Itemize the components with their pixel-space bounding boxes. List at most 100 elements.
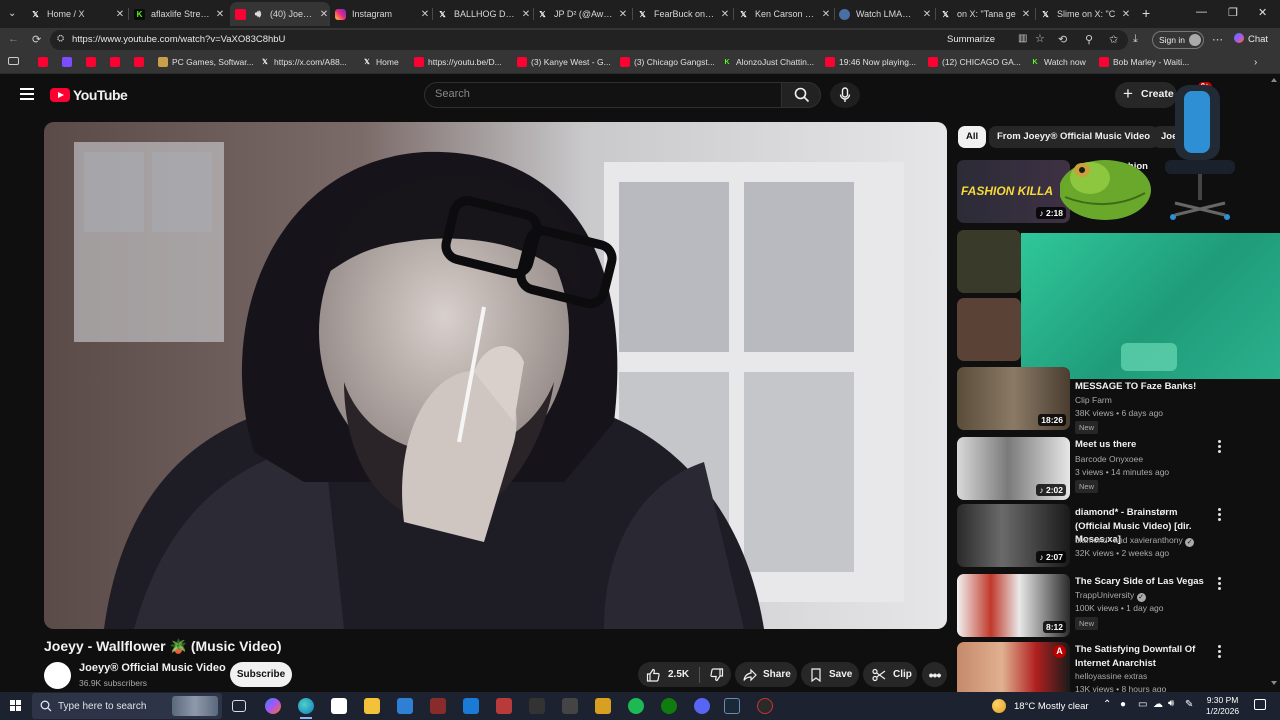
tab-close-icon[interactable]: ✕ <box>617 9 629 20</box>
related-thumbnail[interactable] <box>957 230 1021 293</box>
subscribe-button[interactable]: Subscribe <box>230 662 292 687</box>
related-title[interactable]: Meet us there <box>1075 438 1215 452</box>
favorites-icon[interactable]: ✩ <box>1109 33 1118 46</box>
voice-search-button[interactable] <box>830 82 860 108</box>
tab-ballhog-x[interactable]: 𝕏 BALLHOG DS on X ✕ <box>437 2 532 26</box>
tab-aflaxlife-stream[interactable]: K aflaxlife Stream - ✕ <box>134 2 226 26</box>
edge-browser-icon[interactable] <box>298 698 314 714</box>
xbox-icon[interactable] <box>661 698 677 714</box>
related-thumbnail[interactable]: 8:12 <box>957 574 1070 637</box>
steam-icon[interactable] <box>724 698 740 714</box>
youtube-logo[interactable]: YouTube <box>50 87 128 103</box>
clip-button[interactable]: Clip <box>863 662 917 687</box>
tab-joeyy-youtube[interactable]: 🔊︎ (40) Joeyy - V ✕ <box>230 2 330 26</box>
bookmark-now-playing[interactable]: 19:46 Now playing... <box>825 57 916 67</box>
related-channel[interactable]: diamond* and xavieranthony ✓ <box>1075 535 1195 547</box>
bookmark-youtube[interactable] <box>134 57 148 67</box>
save-button[interactable]: Save <box>801 662 859 687</box>
bookmark-pc-games[interactable]: PC Games, Softwar... <box>158 57 254 67</box>
hamburger-menu-icon[interactable] <box>20 88 34 100</box>
discord-icon[interactable] <box>694 698 710 714</box>
tab-instagram[interactable]: Instagram ✕ <box>335 2 431 26</box>
bookmark-home-x[interactable]: 𝕏 Home <box>362 57 399 67</box>
weather-text[interactable]: 18°C Mostly clear <box>1014 701 1089 712</box>
tab-close-icon[interactable]: ✕ <box>1020 9 1032 20</box>
tab-close-icon[interactable]: ✕ <box>419 9 431 20</box>
bookmark-x-a88[interactable]: 𝕏https://x.com/A88... <box>260 57 347 67</box>
bookmark-bob-marley[interactable]: Bob Marley - Waiti... <box>1099 57 1189 67</box>
game-app-icon[interactable] <box>430 698 446 714</box>
pen-icon[interactable]: ✎ <box>1185 699 1193 710</box>
onedrive-icon[interactable]: ☁ <box>1153 699 1163 710</box>
tab-close-icon[interactable]: ✕ <box>214 9 226 20</box>
microphone-tray-icon[interactable]: ● <box>1120 699 1126 710</box>
page-scrollbar[interactable] <box>1270 76 1278 690</box>
tab-watch-lmaoo[interactable]: Watch LMAOO | ✕ <box>839 2 933 26</box>
spotify-icon[interactable] <box>628 698 644 714</box>
scroll-up-arrow-icon[interactable] <box>1271 78 1277 82</box>
extensions-icon[interactable]: ⟲ <box>1058 33 1067 46</box>
system-tray-chevron-icon[interactable]: ⌃ <box>1103 699 1111 710</box>
tab-ken-carson-x[interactable]: 𝕏 Ken Carson News ✕ <box>738 2 832 26</box>
related-channel[interactable]: Clip Farm <box>1075 395 1112 405</box>
browser-essentials-icon[interactable]: ⚲ <box>1085 33 1093 46</box>
minimize-icon[interactable]: — <box>1196 6 1207 18</box>
search-input[interactable] <box>435 88 765 100</box>
copilot-chat-button[interactable]: Chat <box>1234 33 1268 45</box>
vertical-dots-icon[interactable] <box>1218 645 1222 660</box>
vertical-dots-icon[interactable] <box>1218 508 1222 523</box>
network-icon[interactable]: ▭ <box>1138 699 1147 710</box>
bookmark-star-icon[interactable]: ☆ <box>1035 32 1045 45</box>
bookmark-youtube[interactable] <box>38 57 52 67</box>
like-button[interactable]: 2.5K <box>638 662 689 687</box>
url-text[interactable]: https://www.youtube.com/watch?v=VaXO83C8… <box>72 34 285 45</box>
bookmark-youtube[interactable] <box>110 57 124 67</box>
tab-close-icon[interactable]: ✕ <box>719 9 731 20</box>
game-app-icon-4[interactable] <box>562 698 578 714</box>
bookmark-chicago-ga[interactable]: (12) CHICAGO GA... <box>928 57 1021 67</box>
bookmark-chicago-gangst[interactable]: (3) Chicago Gangst... <box>620 57 715 67</box>
tab-list-chevron-icon[interactable]: ⌄ <box>8 8 16 19</box>
tab-close-icon[interactable]: ✕ <box>921 9 933 20</box>
related-thumbnail[interactable]: 18:26 <box>957 367 1070 430</box>
restore-icon[interactable]: ❐ <box>1228 6 1238 19</box>
tab-close-icon[interactable]: ✕ <box>1120 9 1132 20</box>
summarize-button[interactable]: Summarize <box>947 34 995 45</box>
related-title[interactable]: The Satisfying Downfall Of Internet Anar… <box>1075 643 1215 670</box>
close-window-icon[interactable]: ✕ <box>1258 6 1267 19</box>
taskbar-search-box[interactable]: Type here to search <box>32 693 222 719</box>
fall-guys-icon[interactable] <box>463 698 479 714</box>
related-thumbnail[interactable]: FASHION KILLA ♪ 2:18 <box>957 160 1070 223</box>
notification-center-icon[interactable] <box>1254 699 1266 710</box>
task-view-icon[interactable] <box>232 700 246 712</box>
bookmark-kanye-west[interactable]: (3) Kanye West - G... <box>517 57 611 67</box>
game-app-icon-2[interactable] <box>496 698 512 714</box>
microsoft-store-icon[interactable] <box>331 698 347 714</box>
tab-slime-x[interactable]: 𝕏 Slime on X: "C ✕ <box>1040 2 1132 26</box>
more-actions-button[interactable]: ••• <box>922 662 947 687</box>
related-channel[interactable]: helloyassine extras <box>1075 671 1147 681</box>
bookmark-youtu-be[interactable]: https://youtu.be/D... <box>414 57 502 67</box>
game-app-icon-5[interactable] <box>595 698 611 714</box>
tab-tana-x[interactable]: 𝕏 on X: "Tana ge ✕ <box>940 2 1032 26</box>
vertical-dots-icon[interactable] <box>1218 440 1222 455</box>
copilot-taskbar-icon[interactable] <box>265 698 281 714</box>
bookmark-alonzo-chatting[interactable]: K AlonzoJust Chattin... <box>722 57 814 67</box>
search-box[interactable] <box>424 82 782 108</box>
search-button[interactable] <box>781 82 821 108</box>
download-icon[interactable]: ⤓ <box>1133 33 1138 46</box>
channel-avatar[interactable] <box>44 662 71 689</box>
vertical-dots-icon[interactable] <box>1218 577 1222 592</box>
refresh-icon[interactable]: ⟳ <box>32 33 41 46</box>
tab-close-icon[interactable]: ✕ <box>318 9 330 20</box>
bookmark-purple[interactable] <box>62 57 76 67</box>
tab-close-icon[interactable]: ✕ <box>520 9 532 20</box>
mail-icon[interactable] <box>397 698 413 714</box>
related-channel[interactable]: Barcode Onyxoee <box>1075 454 1143 464</box>
related-thumbnail[interactable] <box>957 298 1021 361</box>
url-field[interactable]: ⛭ https://www.youtube.com/watch?v=VaXO83… <box>50 30 1128 50</box>
related-channel[interactable]: TrappUniversity ✓ <box>1075 590 1146 602</box>
new-tab-button[interactable]: + <box>1142 5 1150 21</box>
related-title[interactable]: MESSAGE TO Faze Banks! <box>1075 380 1215 394</box>
tab-close-icon[interactable]: ✕ <box>114 9 126 20</box>
